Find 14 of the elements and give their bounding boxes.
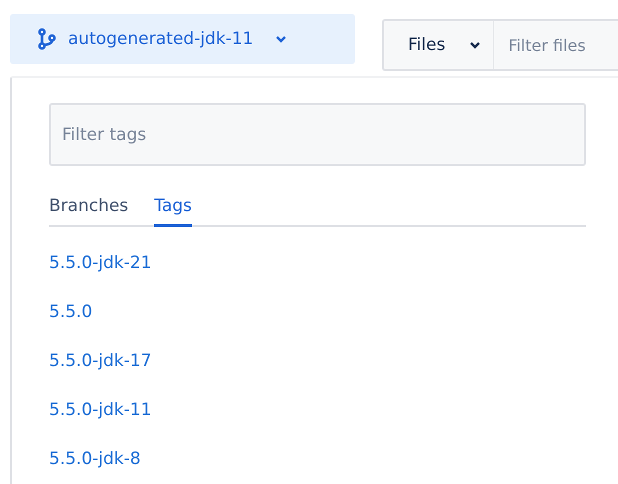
chevron-down-icon bbox=[469, 41, 482, 49]
tag-item[interactable]: 5.5.0-jdk-8 bbox=[49, 448, 141, 470]
chevron-down-icon bbox=[275, 35, 288, 43]
tag-item[interactable]: 5.5.0-jdk-21 bbox=[49, 252, 152, 274]
tag-item[interactable]: 5.5.0 bbox=[49, 301, 92, 323]
tab[interactable]: Branches bbox=[49, 194, 128, 227]
branch-icon bbox=[38, 28, 56, 50]
tag-item[interactable]: 5.5.0-jdk-11 bbox=[49, 399, 152, 421]
tag-item[interactable]: 5.5.0-jdk-17 bbox=[49, 350, 152, 372]
files-dropdown[interactable]: Files bbox=[384, 21, 494, 69]
branch-selector-button[interactable]: autogenerated-jdk-11 bbox=[10, 14, 355, 64]
filter-files-field[interactable]: Filter files bbox=[494, 36, 608, 54]
tab[interactable]: Tags bbox=[154, 194, 192, 227]
filter-tags-field[interactable]: Filter tags bbox=[49, 103, 586, 166]
